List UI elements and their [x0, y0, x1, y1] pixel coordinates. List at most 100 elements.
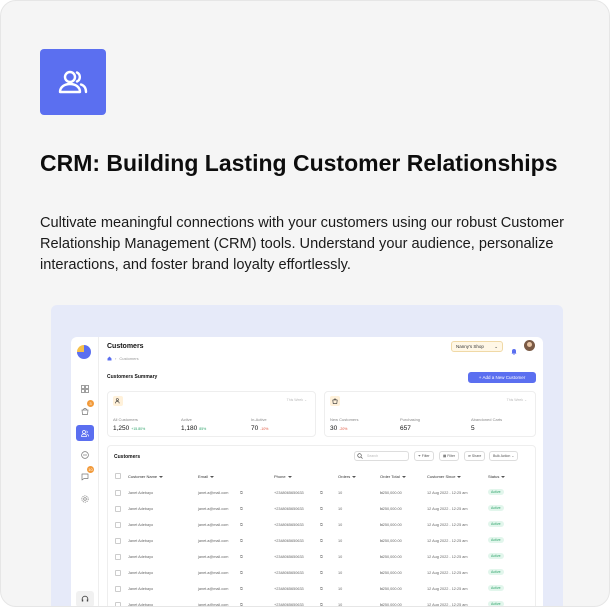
copy-icon[interactable]: ⧉	[240, 539, 243, 543]
table-row[interactable]: Janet Adebayo janet.a@mail.com ⧉ +234806565…	[108, 486, 537, 502]
table-row[interactable]: Janet Adebayo janet.a@mail.com ⧉ +234806565…	[108, 566, 537, 582]
cell-orders: 10	[338, 571, 343, 575]
copy-icon[interactable]: ⧉	[240, 491, 243, 495]
crm-app-window: 3 10 Customers › Customers Nanny's Shop …	[71, 337, 543, 607]
bulk-action-button[interactable]: Bulk Action ⌄	[489, 451, 519, 461]
table-search-input[interactable]: Search	[354, 451, 409, 461]
table-title: Customers	[114, 454, 141, 460]
share-icon: ➦	[468, 454, 471, 458]
table-row[interactable]: Janet Adebayo janet.a@mail.com ⧉ +234806565…	[108, 550, 537, 566]
table-row[interactable]: Janet Adebayo janet.a@mail.com ⧉ +234806565…	[108, 534, 537, 550]
copy-icon[interactable]: ⧉	[240, 603, 243, 606]
customers-icon[interactable]	[76, 425, 94, 441]
copy-icon[interactable]: ⧉	[320, 491, 323, 495]
table-row[interactable]: Janet Adebayo janet.a@mail.com ⧉ +234806565…	[108, 582, 537, 598]
cell-order-total: ₦250,000.00	[380, 491, 402, 495]
copy-icon[interactable]: ⧉	[240, 507, 243, 511]
app-sidebar: 3 10	[71, 337, 99, 606]
column-header[interactable]: Status	[488, 474, 506, 479]
cell-orders: 10	[338, 603, 343, 607]
column-header[interactable]: Customer Name	[128, 474, 164, 479]
table-header-row: Customer Name Email Phone Orders Order T…	[108, 473, 537, 484]
cell-customer-since: 12 Aug 2022 - 12:25 am	[427, 603, 468, 607]
cell-orders: 10	[338, 539, 343, 543]
copy-icon[interactable]: ⧉	[320, 507, 323, 511]
stat-abandoned-carts: Abandoned Carts 5	[471, 417, 503, 432]
shop-selector[interactable]: Nanny's Shop ⌄	[451, 341, 503, 352]
cell-email: janet.a@mail.com	[198, 571, 229, 575]
app-preview: 3 10 Customers › Customers Nanny's Shop …	[51, 305, 563, 607]
users-small-icon	[113, 396, 123, 406]
copy-icon[interactable]: ⧉	[240, 555, 243, 559]
row-checkbox[interactable]	[115, 490, 121, 496]
stat-inactive: In-Active 70 -10%	[251, 417, 269, 432]
copy-icon[interactable]: ⧉	[320, 539, 323, 543]
cell-phone: +2348065650633	[274, 603, 304, 607]
copy-icon[interactable]: ⧉	[320, 587, 323, 591]
cell-customer-name: Janet Adebayo	[128, 603, 154, 607]
home-icon[interactable]	[107, 356, 112, 361]
user-avatar[interactable]	[524, 340, 535, 351]
copy-icon[interactable]: ⧉	[320, 555, 323, 559]
copy-icon[interactable]: ⧉	[320, 603, 323, 606]
orders-badge: 3	[87, 400, 94, 407]
column-header[interactable]: Orders	[338, 474, 357, 479]
table-row[interactable]: Janet Adebayo janet.a@mail.com ⧉ +234806565…	[108, 518, 537, 534]
breadcrumb-current[interactable]: Customers	[119, 356, 138, 361]
cell-customer-name: Janet Adebayo	[128, 491, 154, 495]
add-customer-label: Add a New Customer	[482, 375, 526, 380]
breadcrumb-separator-icon: ›	[115, 356, 117, 361]
table-row[interactable]: Janet Adebayo janet.a@mail.com ⧉ +234806565…	[108, 502, 537, 518]
copy-icon[interactable]: ⧉	[240, 523, 243, 527]
row-checkbox[interactable]	[115, 570, 121, 576]
copy-icon[interactable]: ⧉	[320, 571, 323, 575]
add-customer-button[interactable]: + Add a New Customer	[468, 372, 536, 383]
cell-email: janet.a@mail.com	[198, 587, 229, 591]
calendar-filter-button[interactable]: ▦ Filter	[439, 451, 460, 461]
cell-phone: +2348065650633	[274, 539, 304, 543]
sort-icon	[210, 475, 215, 478]
copy-icon[interactable]: ⧉	[240, 587, 243, 591]
cell-order-total: ₦250,000.00	[380, 539, 402, 543]
bag-small-icon	[330, 396, 340, 406]
copy-icon[interactable]: ⧉	[320, 523, 323, 527]
cell-customer-name: Janet Adebayo	[128, 571, 154, 575]
shop-selector-label: Nanny's Shop	[456, 344, 484, 349]
breadcrumb: › Customers	[107, 356, 139, 361]
filter-button[interactable]: ⏷ Filter	[414, 451, 434, 461]
column-header[interactable]: Customer Since	[427, 474, 462, 479]
cell-email: janet.a@mail.com	[198, 491, 229, 495]
cell-phone: +2348065650633	[274, 555, 304, 559]
settings-gear-icon[interactable]	[76, 491, 94, 507]
panel-range-selector[interactable]: This Week ⌄	[287, 398, 307, 402]
support-headset-icon[interactable]	[76, 591, 94, 606]
copy-icon[interactable]: ⧉	[240, 571, 243, 575]
cell-customer-name: Janet Adebayo	[128, 587, 154, 591]
dashboard-icon[interactable]	[76, 381, 94, 397]
column-header[interactable]: Email	[198, 474, 215, 479]
status-badge: Active	[488, 505, 504, 511]
notification-bell-icon[interactable]	[511, 342, 517, 360]
select-all-checkbox[interactable]	[115, 473, 121, 479]
chevron-down-icon: ⌄	[511, 454, 515, 458]
summary-panel-customers: This Week ⌄ All Customers 1,250 +15.80% A…	[107, 391, 316, 437]
status-badge: Active	[488, 537, 504, 543]
folder-icon[interactable]	[76, 447, 94, 463]
row-checkbox[interactable]	[115, 522, 121, 528]
cell-phone: +2348065650633	[274, 523, 304, 527]
row-checkbox[interactable]	[115, 602, 121, 606]
share-button[interactable]: ➦ Share	[464, 451, 486, 461]
sort-icon	[401, 475, 406, 478]
chat-icon[interactable]: 10	[76, 466, 94, 485]
column-header[interactable]: Order Total	[380, 474, 406, 479]
orders-bag-icon[interactable]: 3	[76, 400, 94, 419]
column-header[interactable]: Phone	[274, 474, 292, 479]
row-checkbox[interactable]	[115, 538, 121, 544]
row-checkbox[interactable]	[115, 506, 121, 512]
row-checkbox[interactable]	[115, 554, 121, 560]
cell-orders: 10	[338, 507, 343, 511]
panel-range-selector[interactable]: This Week ⌄	[507, 398, 527, 402]
table-row[interactable]: Janet Adebayo janet.a@mail.com ⧉ +234806565…	[108, 598, 537, 607]
row-checkbox[interactable]	[115, 586, 121, 592]
sort-icon	[457, 475, 462, 478]
